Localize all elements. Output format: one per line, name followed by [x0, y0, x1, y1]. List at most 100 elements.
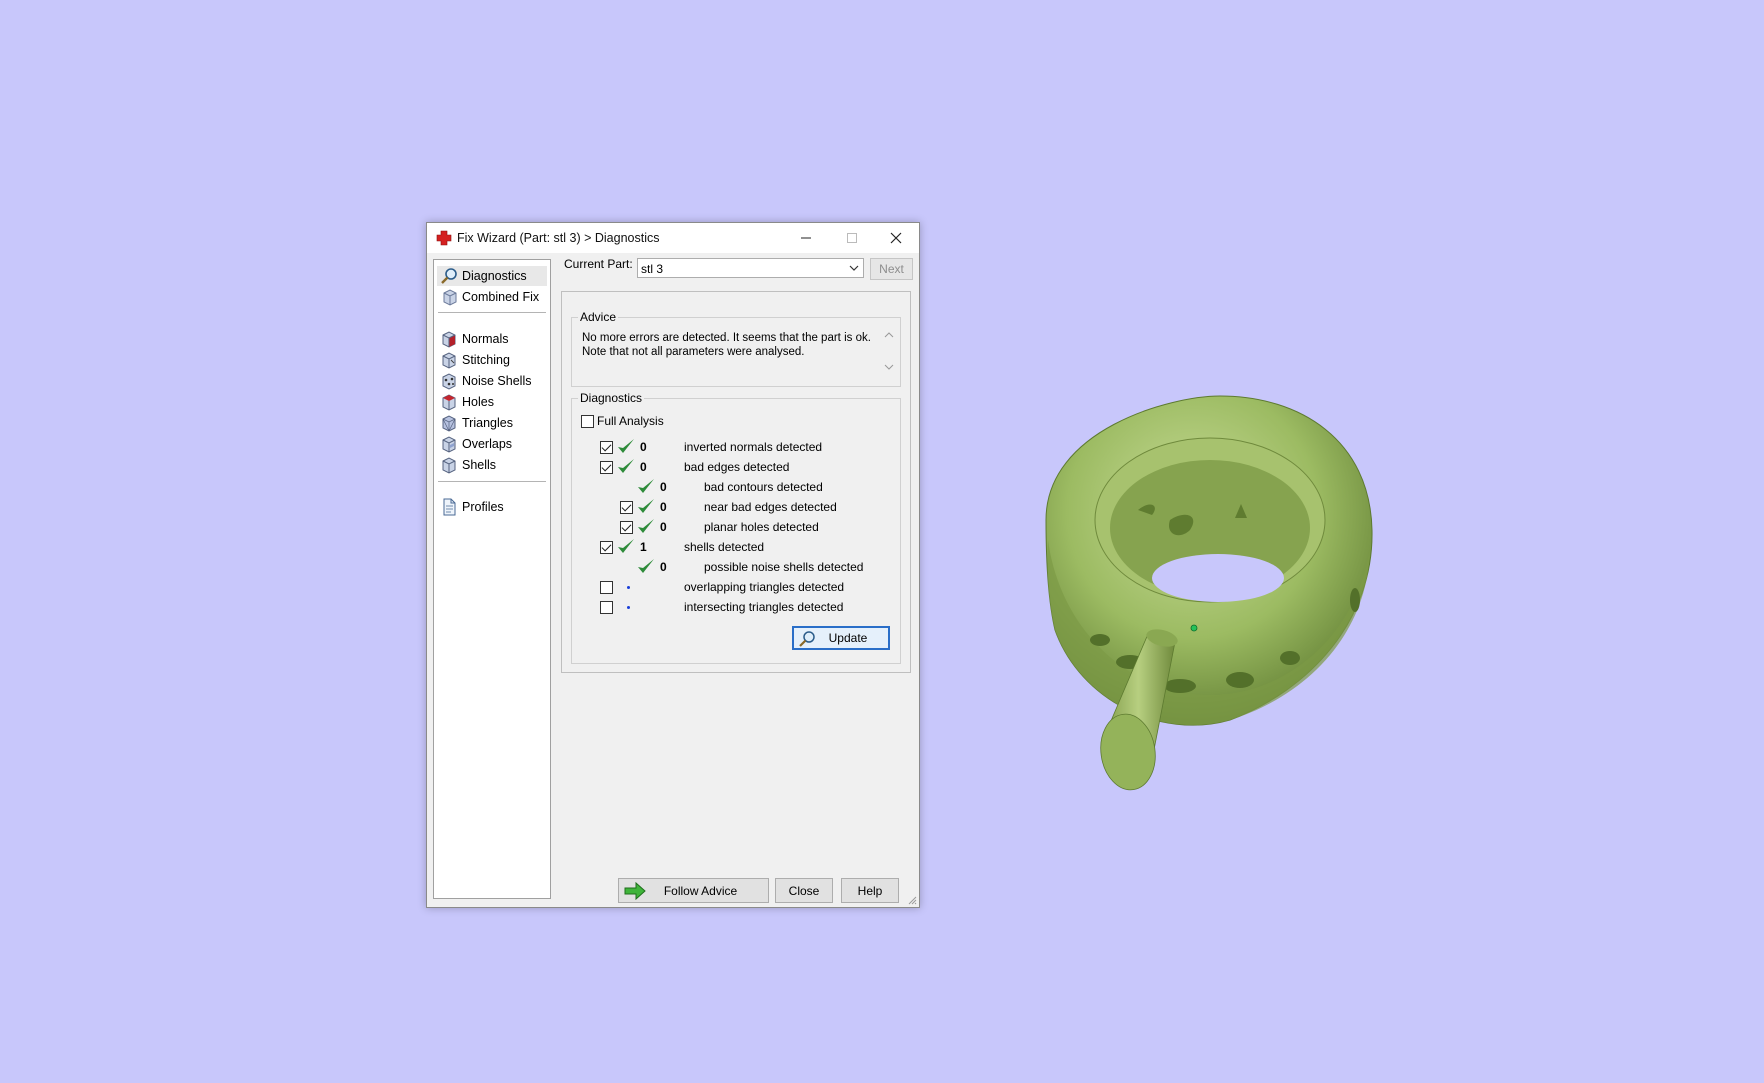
row-label: near bad edges detected — [704, 500, 837, 514]
advice-group: Advice No more errors are detected. It s… — [571, 310, 901, 387]
current-part-label: Current Part: — [564, 257, 633, 271]
nav-item-label: Normals — [462, 332, 509, 346]
close-button[interactable]: Close — [775, 878, 833, 903]
ok-check-icon — [618, 459, 634, 473]
row-checkbox[interactable] — [620, 521, 633, 534]
window-title: Fix Wizard (Part: stl 3) > Diagnostics — [457, 231, 660, 245]
advice-line-1: No more errors are detected. It seems th… — [582, 332, 871, 344]
row-checkbox[interactable] — [600, 461, 613, 474]
pending-dot-icon — [627, 586, 630, 589]
minimize-button[interactable] — [783, 223, 829, 253]
nav-item-profiles[interactable]: Profiles — [437, 497, 547, 517]
ok-check-icon — [618, 439, 634, 453]
row-label: shells detected — [684, 540, 765, 554]
fix-wizard-window: Fix Wizard (Part: stl 3) > Diagnostics D… — [426, 222, 920, 908]
help-button-label: Help — [857, 883, 883, 898]
nav-separator — [438, 312, 546, 314]
nav-item-combined-fix[interactable]: Combined Fix — [437, 287, 547, 307]
advice-text: No more errors are detected. It seems th… — [582, 332, 872, 384]
nav-item-label: Holes — [462, 395, 494, 409]
cube-icon — [443, 289, 457, 306]
pending-dot-icon — [627, 606, 630, 609]
row-count: 0 — [640, 440, 647, 454]
nav-item-label: Noise Shells — [462, 374, 532, 388]
advice-line-2: Note that not all parameters were analys… — [582, 345, 805, 358]
current-part-select[interactable]: stl 3 — [637, 258, 864, 278]
nav-item-label: Profiles — [462, 500, 504, 514]
row-label: inverted normals detected — [684, 440, 823, 454]
row-checkbox[interactable] — [600, 541, 613, 554]
full-analysis-label: Full Analysis — [597, 414, 664, 428]
nav-item-holes[interactable]: Holes — [437, 392, 547, 412]
minimize-icon — [801, 237, 811, 239]
row-label: intersecting triangles detected — [684, 600, 844, 614]
profiles-document-icon — [443, 498, 456, 516]
magnifier-icon — [441, 268, 457, 284]
maximize-button[interactable] — [829, 223, 875, 253]
row-count: 0 — [660, 560, 667, 574]
nav-item-label: Triangles — [462, 416, 513, 430]
wizard-nav-panel: Diagnostics Combined Fix Normals Stitchi… — [433, 259, 551, 899]
nav-item-stitching[interactable]: Stitching — [437, 350, 547, 370]
row-checkbox[interactable] — [620, 501, 633, 514]
holes-cube-icon — [442, 394, 456, 411]
row-count: 0 — [660, 480, 667, 494]
nav-item-label: Overlaps — [462, 437, 513, 451]
red-cross-app-icon — [436, 230, 452, 246]
chevron-down-icon — [849, 265, 859, 271]
title-bar[interactable]: Fix Wizard (Part: stl 3) > Diagnostics — [427, 223, 919, 253]
advice-group-title: Advice — [578, 310, 619, 324]
scroll-up-icon[interactable] — [884, 330, 894, 340]
row-count: 0 — [660, 500, 667, 514]
full-analysis-checkbox[interactable] — [581, 415, 594, 428]
triangles-cube-icon — [442, 415, 456, 432]
green-arrow-icon — [624, 882, 646, 900]
nav-item-shells[interactable]: Shells — [437, 455, 547, 475]
current-part-value: stl 3 — [641, 262, 664, 276]
nav-item-label: Combined Fix — [462, 290, 540, 304]
ok-check-icon — [638, 519, 654, 533]
diagnostics-panel: Advice No more errors are detected. It s… — [561, 291, 911, 673]
row-count: 1 — [640, 540, 647, 554]
nav-item-label: Diagnostics — [462, 269, 527, 283]
resize-grip-icon[interactable] — [907, 895, 917, 905]
next-button-label: Next — [879, 262, 904, 276]
row-checkbox[interactable] — [600, 581, 613, 594]
ok-check-icon — [638, 559, 654, 573]
follow-advice-label: Follow Advice — [663, 883, 738, 898]
nav-item-diagnostics[interactable]: Diagnostics — [437, 266, 547, 286]
ok-check-icon — [618, 539, 634, 553]
ok-check-icon — [638, 479, 654, 493]
close-window-button[interactable] — [873, 223, 919, 253]
nav-item-label: Shells — [462, 458, 497, 472]
nav-item-normals[interactable]: Normals — [437, 329, 547, 349]
diagnostics-group-title: Diagnostics — [578, 391, 645, 405]
row-checkbox[interactable] — [600, 441, 613, 454]
scroll-down-icon[interactable] — [884, 362, 894, 372]
noise-shells-icon — [442, 373, 456, 390]
close-button-label: Close — [788, 883, 820, 898]
diagnostics-group: Diagnostics Full Analysis 0 inverted norm… — [571, 391, 901, 664]
row-count: 0 — [660, 520, 667, 534]
nav-item-overlaps[interactable]: Overlaps — [437, 434, 547, 454]
row-checkbox[interactable] — [600, 601, 613, 614]
shells-cube-icon — [442, 457, 456, 474]
3d-part-model[interactable] — [1040, 390, 1380, 810]
ok-check-icon — [638, 499, 654, 513]
nav-separator — [438, 481, 546, 483]
row-label: bad contours detected — [704, 480, 823, 494]
next-button[interactable]: Next — [870, 258, 913, 280]
help-button[interactable]: Help — [841, 878, 899, 903]
nav-item-triangles[interactable]: Triangles — [437, 413, 547, 433]
magnifier-icon — [799, 631, 815, 647]
normals-cube-icon — [442, 331, 456, 348]
row-label: possible noise shells detected — [704, 560, 864, 574]
overlaps-cube-icon — [442, 436, 456, 453]
nav-item-noise-shells[interactable]: Noise Shells — [437, 371, 547, 391]
nav-item-label: Stitching — [462, 353, 510, 367]
row-count: 0 — [640, 460, 647, 474]
update-button[interactable]: Update — [792, 626, 890, 650]
close-icon — [890, 232, 902, 244]
follow-advice-button[interactable]: Follow Advice — [618, 878, 769, 903]
maximize-icon — [847, 233, 857, 243]
